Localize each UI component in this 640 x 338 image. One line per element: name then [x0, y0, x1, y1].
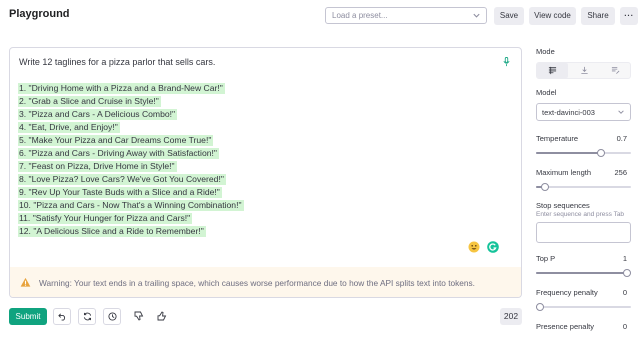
frequency-penalty-label: Frequency penalty: [536, 288, 598, 297]
edit-mode-icon: [611, 66, 620, 74]
prompt-text: Write 12 taglines for a pizza parlor tha…: [19, 57, 216, 67]
save-button[interactable]: Save: [494, 7, 524, 25]
temperature-value: 0.7: [616, 134, 627, 143]
view-code-button[interactable]: View code: [529, 7, 576, 25]
frequency-penalty-value: 0: [622, 288, 627, 297]
thumbs-down-icon[interactable]: [134, 311, 144, 321]
completion-list: 1. "Driving Home with a Pizza and a Bran…: [18, 83, 244, 239]
completion-line: 12. "A Delicious Slice and a Ride to Rem…: [18, 226, 206, 237]
more-options-button[interactable]: ···: [620, 7, 638, 25]
microphone-icon[interactable]: [502, 57, 511, 67]
token-count-badge: 202: [500, 308, 522, 325]
completion-line: 5. "Make Your Pizza and Car Dreams Come …: [18, 135, 214, 146]
history-button[interactable]: [103, 308, 121, 325]
mode-insert-button[interactable]: [569, 63, 600, 78]
mode-complete-button[interactable]: [537, 63, 568, 78]
slider-thumb[interactable]: [536, 303, 544, 311]
preset-placeholder: Load a preset...: [332, 11, 388, 20]
completion-line: 9. "Rev Up Your Taste Buds with a Slice …: [18, 187, 222, 198]
slider-thumb[interactable]: [541, 183, 549, 191]
undo-icon: [58, 313, 66, 321]
mode-edit-button[interactable]: [600, 63, 631, 78]
share-button[interactable]: Share: [581, 7, 615, 25]
prompt-editor[interactable]: Write 12 taglines for a pizza parlor tha…: [9, 47, 522, 298]
completion-line: 2. "Grab a Slice and Cruise in Style!": [18, 96, 161, 107]
completion-line: 10. "Pizza and Cars - Now That's a Winni…: [18, 200, 244, 211]
completion-line: 6. "Pizza and Cars - Driving Away with S…: [18, 148, 219, 159]
completion-line: 3. "Pizza and Cars - A Delicious Combo!": [18, 109, 178, 120]
completion-line: 11. "Satisfy Your Hunger for Pizza and C…: [18, 213, 193, 224]
history-icon: [108, 312, 117, 321]
stop-sequences-hint: Enter sequence and press Tab: [536, 211, 625, 218]
warning-banner: Warning: Your text ends in a trailing sp…: [10, 267, 521, 297]
thumbs-up-icon[interactable]: [157, 311, 167, 321]
regenerate-icon: [83, 312, 92, 321]
submit-button[interactable]: Submit: [9, 308, 47, 325]
stop-sequences-input[interactable]: [536, 222, 631, 243]
insert-mode-icon: [581, 66, 588, 75]
completion-line: 8. "Love Pizza? Love Cars? We've Got You…: [18, 174, 226, 185]
top-p-slider[interactable]: [536, 269, 631, 277]
completion-line: 1. "Driving Home with a Pizza and a Bran…: [18, 83, 225, 94]
slider-thumb[interactable]: [623, 269, 631, 277]
stop-sequences-label: Stop sequences: [536, 201, 590, 210]
completion-line: 4. "Eat, Drive, and Enjoy!": [18, 122, 120, 133]
preset-select[interactable]: Load a preset...: [325, 7, 487, 24]
warning-text: Warning: Your text ends in a trailing sp…: [39, 278, 475, 288]
top-p-value: 1: [622, 254, 627, 263]
presence-penalty-label: Presence penalty: [536, 322, 594, 331]
max-length-value: 256: [614, 168, 627, 177]
model-value: text-davinci-003: [542, 108, 595, 117]
chevron-down-icon: [473, 13, 480, 18]
page-title: Playground: [9, 8, 70, 20]
max-length-slider[interactable]: [536, 183, 631, 191]
undo-button[interactable]: [53, 308, 71, 325]
model-label: Model: [536, 88, 557, 97]
presence-penalty-value: 0: [622, 322, 627, 331]
frequency-penalty-slider[interactable]: [536, 303, 631, 311]
top-p-label: Top P: [536, 254, 556, 263]
grammarly-icon[interactable]: [487, 241, 499, 253]
max-length-label: Maximum length: [536, 168, 592, 177]
mode-label: Mode: [536, 47, 555, 56]
warning-icon: [20, 277, 31, 287]
slider-thumb[interactable]: [597, 149, 605, 157]
emoji-icon[interactable]: [468, 241, 480, 253]
header: Playground Load a preset... Save View co…: [0, 0, 640, 34]
mode-selector: [536, 62, 631, 79]
temperature-label: Temperature: [536, 134, 579, 143]
completion-line: 7. "Feast on Pizza, Drive Home in Style!…: [18, 161, 177, 172]
temperature-slider[interactable]: [536, 149, 631, 157]
complete-mode-icon: [548, 66, 557, 75]
regenerate-button[interactable]: [78, 308, 96, 325]
model-select[interactable]: text-davinci-003: [536, 103, 631, 121]
chevron-down-icon: [618, 110, 624, 114]
